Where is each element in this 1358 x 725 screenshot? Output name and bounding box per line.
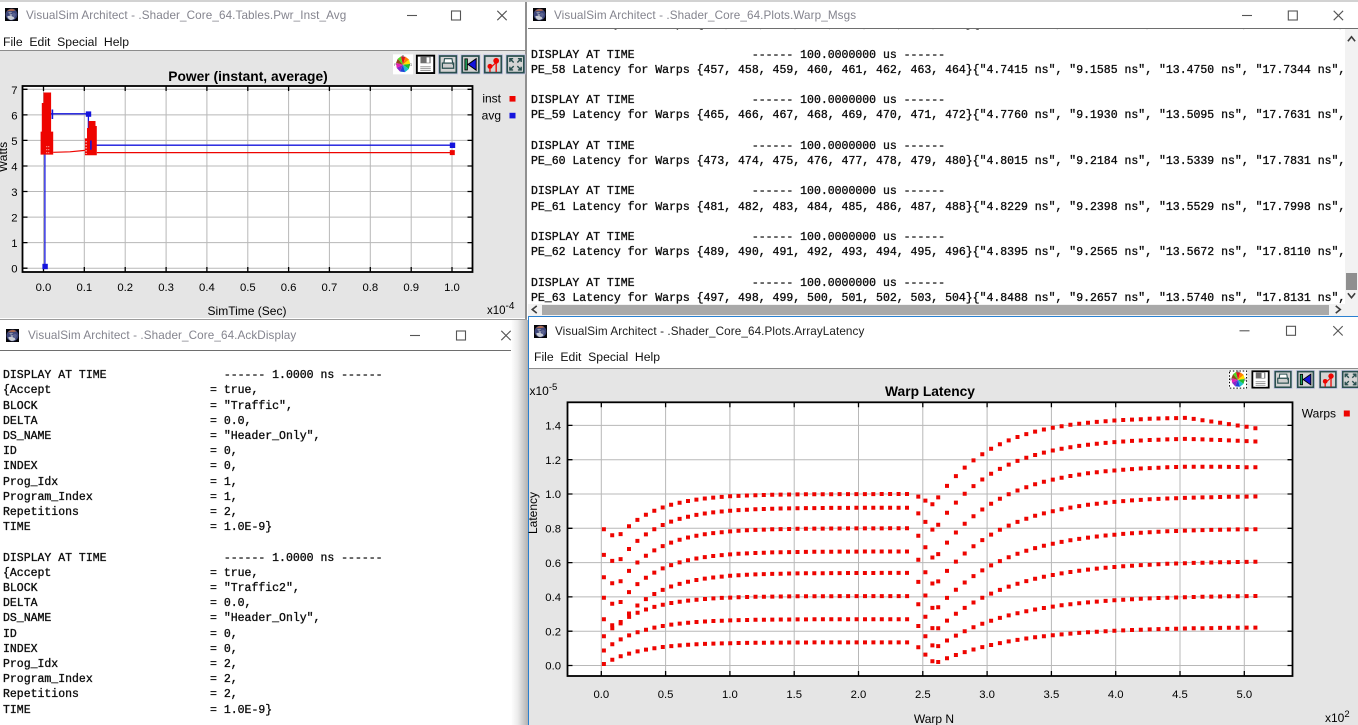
svg-text:x10-4: x10-4: [487, 301, 515, 317]
svg-text:x10-5: x10-5: [530, 382, 558, 398]
svg-text:1.0: 1.0: [722, 689, 738, 701]
svg-text:0.6: 0.6: [281, 282, 297, 294]
svg-text:Warp Latency: Warp Latency: [885, 384, 975, 399]
svg-text:0.0: 0.0: [545, 661, 561, 673]
svg-text:5: 5: [11, 136, 17, 148]
svg-text:0.2: 0.2: [117, 282, 133, 294]
svg-text:Warps: Warps: [1302, 407, 1336, 421]
svg-text:1.2: 1.2: [545, 455, 561, 467]
svg-text:Power (instant, average): Power (instant, average): [168, 69, 327, 84]
svg-text:0.7: 0.7: [322, 282, 338, 294]
svg-text:6: 6: [11, 110, 17, 122]
svg-text:1: 1: [11, 238, 17, 250]
svg-text:0.4: 0.4: [199, 282, 215, 294]
svg-text:4.5: 4.5: [1172, 689, 1188, 701]
svg-text:0.0: 0.0: [593, 689, 609, 701]
svg-text:0.9: 0.9: [403, 282, 419, 294]
svg-text:1.4: 1.4: [545, 421, 561, 433]
svg-text:SimTime (Sec): SimTime (Sec): [208, 304, 287, 318]
svg-text:3.0: 3.0: [979, 689, 995, 701]
svg-text:0.2: 0.2: [545, 626, 561, 638]
svg-text:0.8: 0.8: [545, 524, 561, 536]
svg-text:3: 3: [11, 187, 17, 199]
svg-text:7: 7: [11, 85, 17, 97]
svg-text:0.6: 0.6: [545, 558, 561, 570]
svg-text:5.0: 5.0: [1236, 689, 1252, 701]
svg-text:4: 4: [11, 161, 17, 173]
svg-text:Watts: Watts: [0, 142, 10, 172]
svg-text:inst: inst: [482, 92, 501, 106]
svg-text:Latency: Latency: [528, 492, 540, 534]
svg-text:1.0: 1.0: [444, 282, 460, 294]
svg-text:x102: x102: [1325, 709, 1350, 725]
svg-text:0.1: 0.1: [76, 282, 92, 294]
svg-text:0: 0: [11, 264, 17, 276]
svg-text:2.0: 2.0: [851, 689, 867, 701]
svg-text:0.5: 0.5: [658, 689, 674, 701]
svg-text:4.0: 4.0: [1108, 689, 1124, 701]
svg-text:0.4: 0.4: [545, 592, 561, 604]
svg-text:Warp N: Warp N: [914, 712, 954, 725]
svg-text:1.0: 1.0: [545, 489, 561, 501]
svg-text:2: 2: [11, 213, 17, 225]
svg-text:0.5: 0.5: [240, 282, 256, 294]
svg-text:3.5: 3.5: [1044, 689, 1060, 701]
svg-text:0.8: 0.8: [362, 282, 378, 294]
svg-text:1.5: 1.5: [786, 689, 802, 701]
svg-text:0.0: 0.0: [36, 282, 52, 294]
svg-text:2.5: 2.5: [915, 689, 931, 701]
svg-text:0.3: 0.3: [158, 282, 174, 294]
svg-text:avg: avg: [482, 109, 501, 123]
